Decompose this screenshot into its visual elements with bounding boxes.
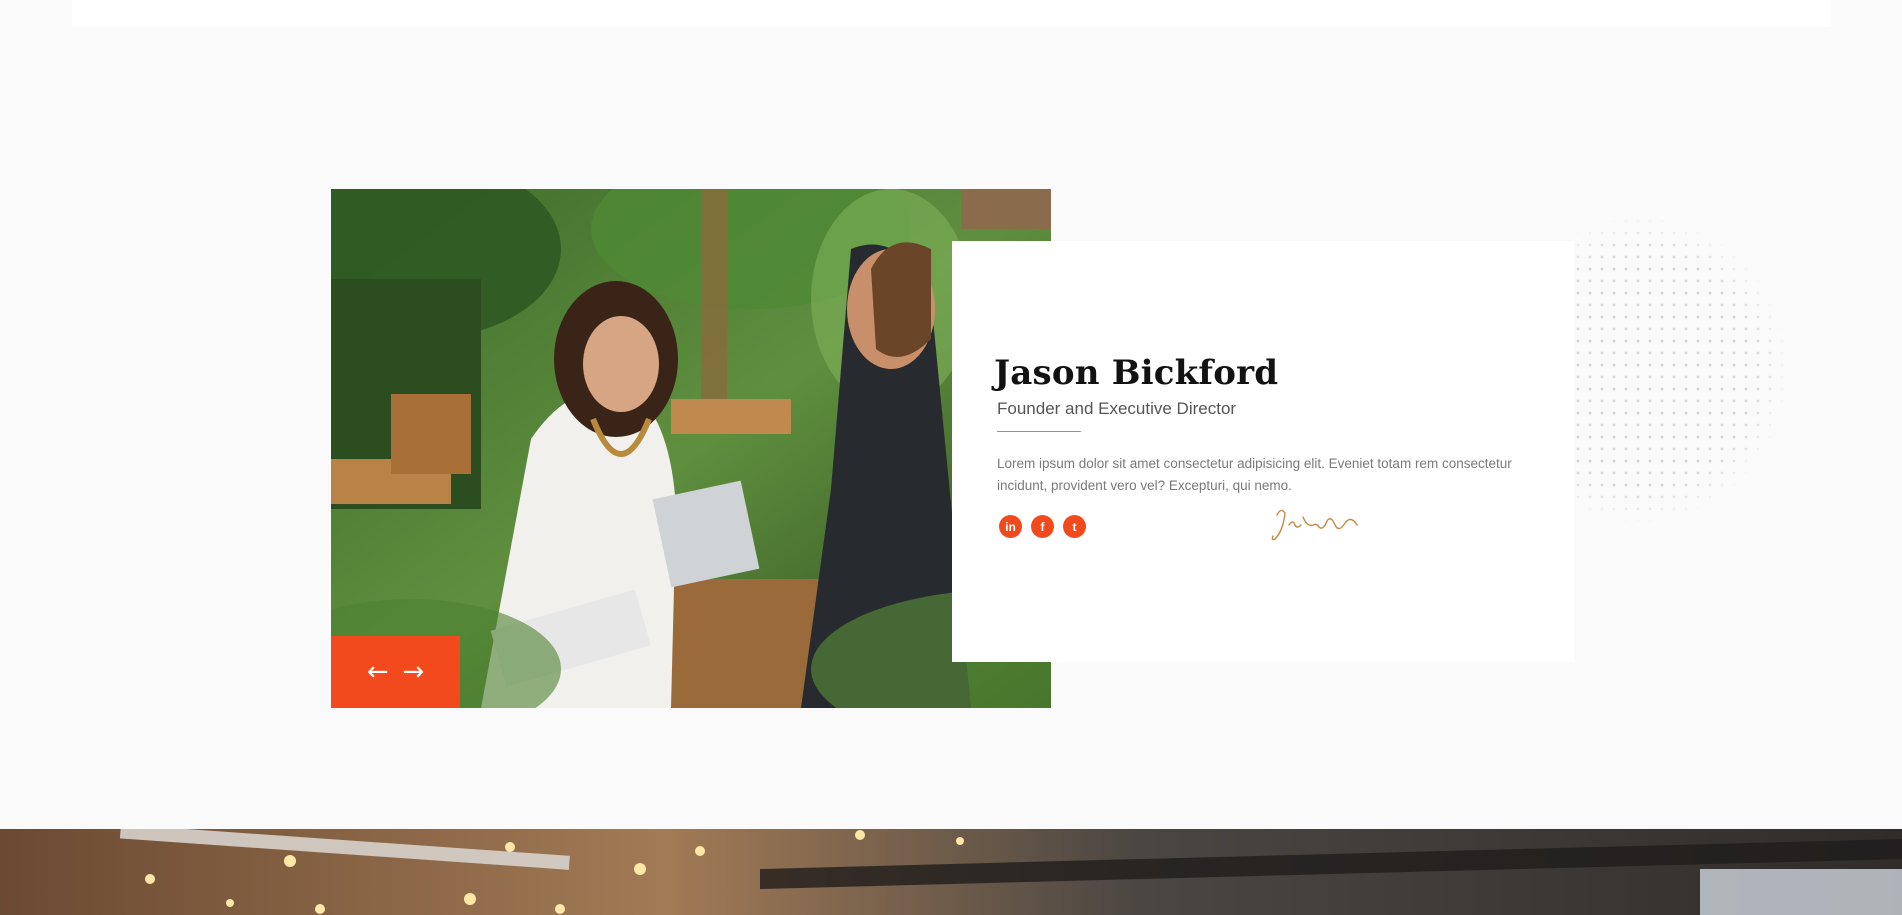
profile-bio: Lorem ipsum dolor sit amet consectetur a… (997, 456, 1512, 493)
prev-arrow-icon[interactable]: ← (367, 659, 389, 685)
next-arrow-icon[interactable]: → (403, 659, 425, 685)
linkedin-icon[interactable]: in (999, 515, 1022, 538)
signature (1271, 509, 1358, 541)
social-links: in f t (999, 515, 1086, 538)
profile-name: Jason Bickford (994, 353, 1279, 393)
cafe-banner-image (0, 829, 1902, 915)
header-strip (72, 0, 1831, 27)
team-photo (331, 189, 1051, 708)
profile-role: Founder and Executive Director (997, 399, 1237, 418)
twitter-icon[interactable]: t (1063, 515, 1086, 538)
profile-card: Jason Bickford Founder and Executive Dir… (952, 241, 1574, 662)
slider-nav: ← → (331, 636, 460, 708)
divider (997, 431, 1081, 432)
facebook-icon[interactable]: f (1031, 515, 1054, 538)
